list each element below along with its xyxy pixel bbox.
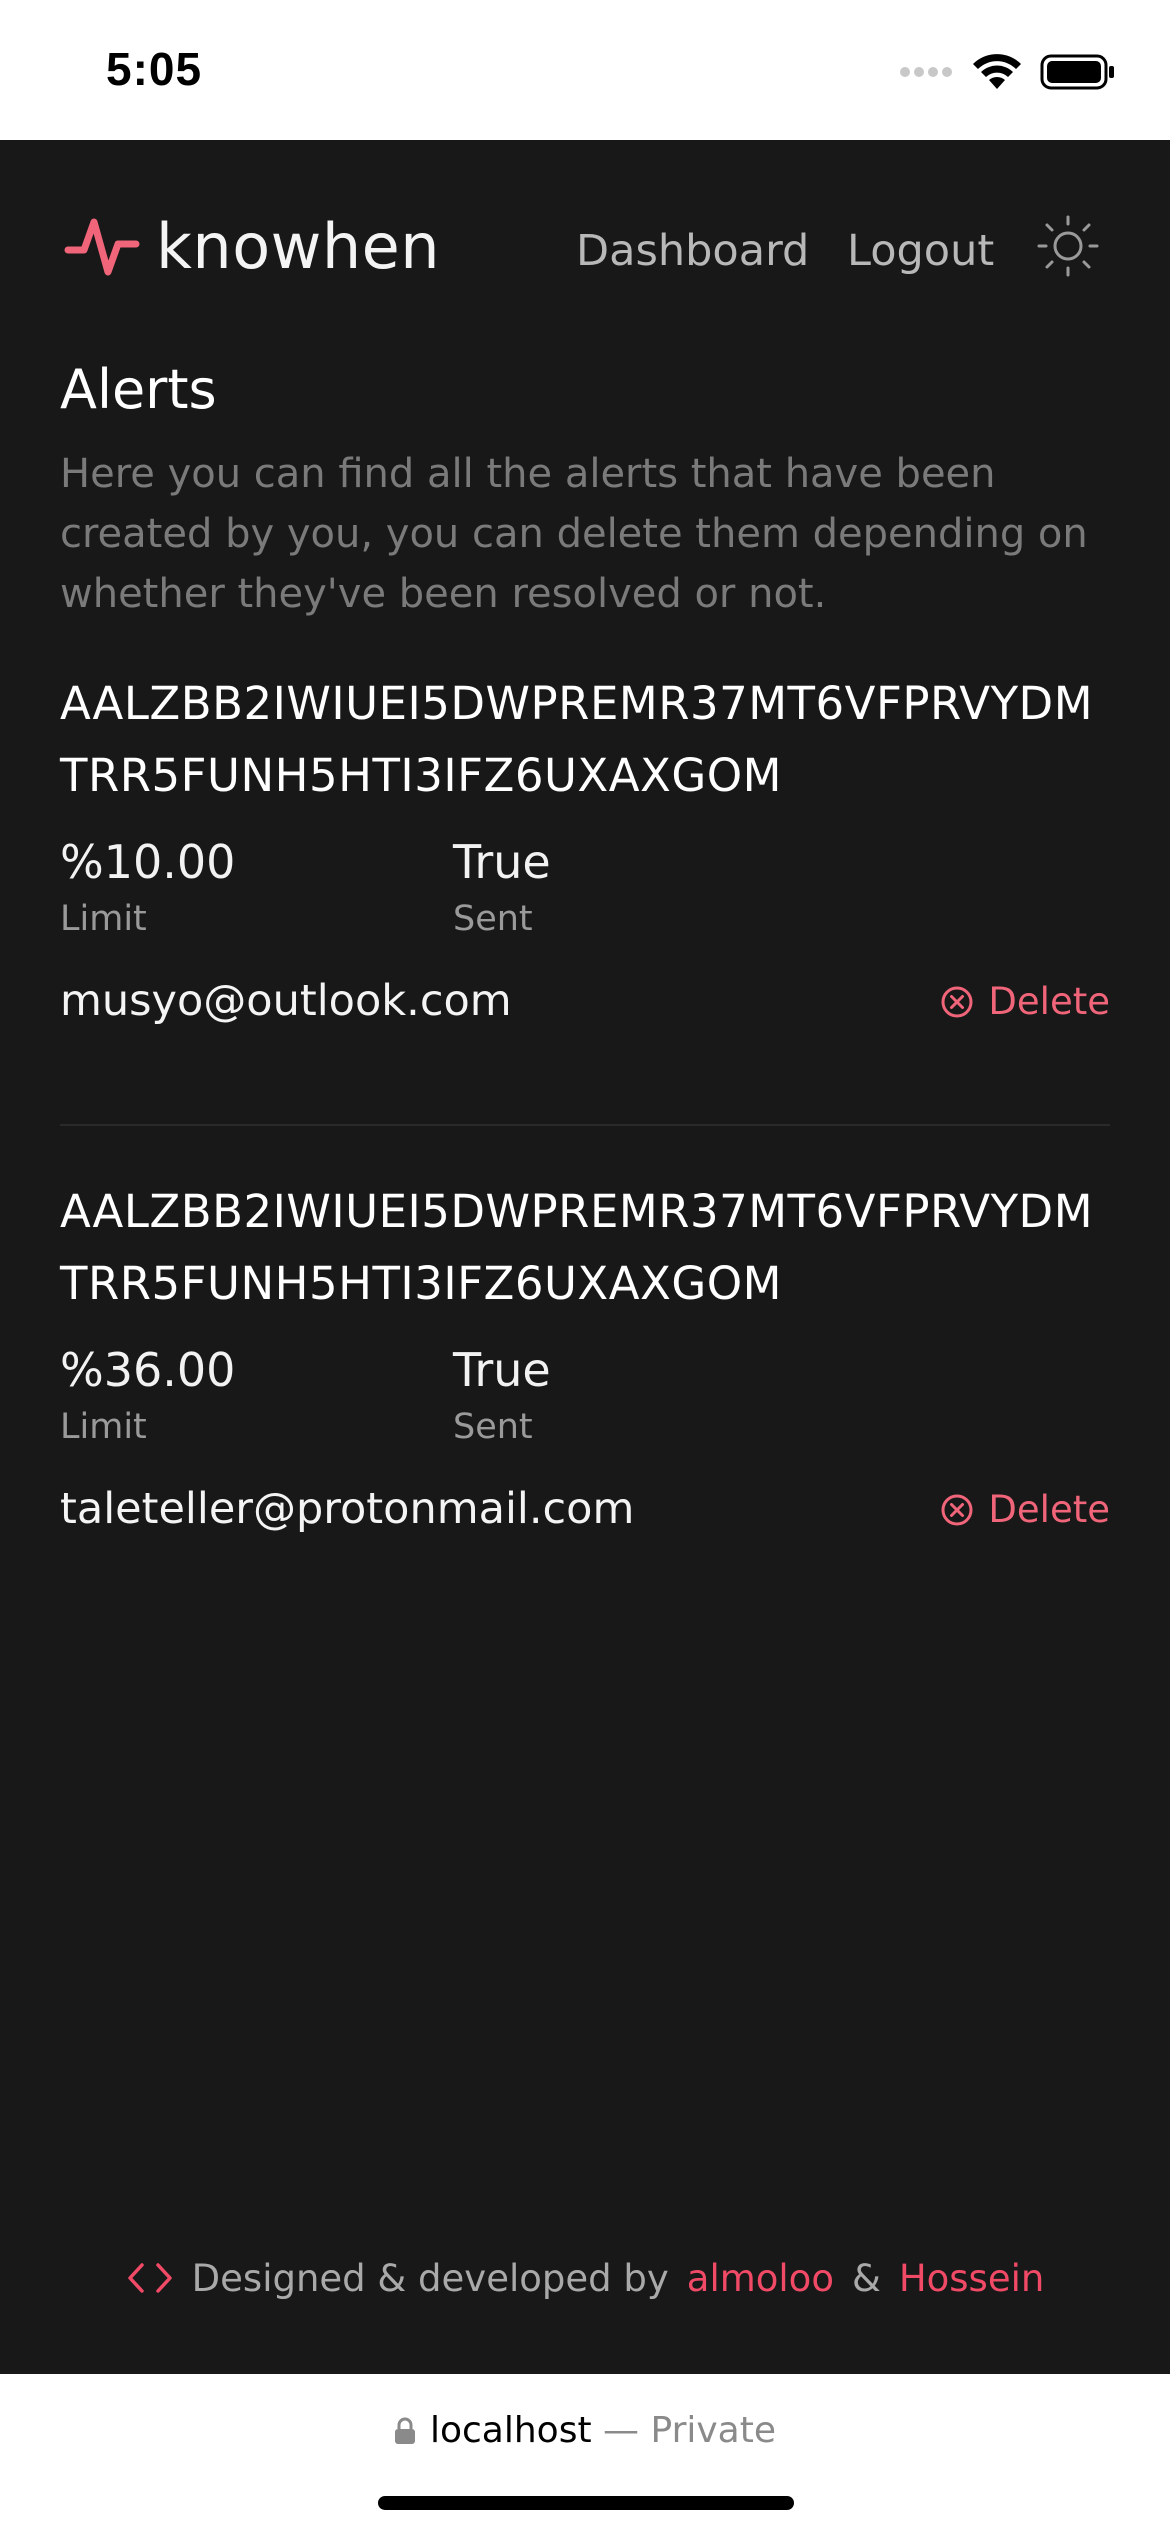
alert-stats: %36.00 Limit True Sent bbox=[60, 1340, 1110, 1460]
sent-value: True bbox=[453, 835, 551, 889]
header: knowhen Dashboard Logout bbox=[0, 140, 1170, 350]
sent-label: Sent bbox=[453, 1407, 533, 1447]
status-time: 5:05 bbox=[106, 43, 203, 95]
private-label: — Private bbox=[603, 2410, 776, 2451]
author-link-hossein[interactable]: Hossein bbox=[899, 2257, 1045, 2300]
theme-toggle-button[interactable] bbox=[1036, 214, 1100, 278]
alert-card: AALZBB2IWIUEI5DWPREMR37MT6VFPRVYDMTRR5FU… bbox=[60, 668, 1110, 1026]
footer: Designed & developed by almoloo & Hossei… bbox=[0, 2238, 1170, 2318]
browser-bar: localhost — Private bbox=[0, 2374, 1170, 2532]
alert-card: AALZBB2IWIUEI5DWPREMR37MT6VFPRVYDMTRR5FU… bbox=[60, 1176, 1110, 1534]
limit-label: Limit bbox=[60, 899, 147, 939]
alert-divider bbox=[60, 1124, 1110, 1126]
limit-value: %36.00 bbox=[60, 1343, 236, 1397]
sun-icon bbox=[1037, 215, 1099, 277]
close-circle-icon bbox=[941, 986, 973, 1017]
delete-label: Delete bbox=[988, 1488, 1110, 1531]
delete-button[interactable]: Delete bbox=[940, 1488, 1110, 1531]
code-icon bbox=[127, 2263, 172, 2293]
nav-dashboard-link[interactable]: Dashboard bbox=[576, 226, 809, 276]
battery-icon bbox=[1040, 54, 1114, 90]
status-bar: 5:05 bbox=[0, 0, 1170, 140]
delete-label: Delete bbox=[988, 980, 1110, 1023]
brand-logo[interactable]: knowhen bbox=[64, 210, 440, 283]
limit-value: %10.00 bbox=[60, 835, 236, 889]
sent-stat: True Sent bbox=[453, 832, 551, 944]
lock-icon bbox=[394, 2417, 415, 2444]
status-icons bbox=[900, 52, 1116, 92]
brand-name: knowhen bbox=[156, 210, 441, 283]
sent-value: True bbox=[453, 1343, 551, 1397]
limit-stat: %36.00 Limit bbox=[60, 1340, 235, 1452]
close-circle-icon bbox=[941, 1494, 973, 1525]
alerts-section: Alerts Here you can find all the alerts … bbox=[60, 350, 1110, 1534]
url-host: localhost bbox=[429, 2410, 592, 2451]
author-link-almoloo[interactable]: almoloo bbox=[687, 2257, 834, 2300]
alert-id: AALZBB2IWIUEI5DWPREMR37MT6VFPRVYDMTRR5FU… bbox=[60, 1185, 1094, 1310]
address-bar[interactable]: localhost — Private bbox=[0, 2410, 1170, 2451]
alert-email: taleteller@protonmail.com bbox=[60, 1484, 635, 1534]
wifi-icon bbox=[973, 54, 1021, 89]
home-indicator bbox=[378, 2496, 794, 2510]
page-title: Alerts bbox=[60, 358, 217, 421]
limit-stat: %10.00 Limit bbox=[60, 832, 235, 944]
footer-ampersand: & bbox=[851, 2256, 881, 2300]
alert-stats: %10.00 Limit True Sent bbox=[60, 832, 1110, 952]
page-description: Here you can find all the alerts that ha… bbox=[60, 451, 1088, 617]
footer-credit-text: Designed & developed by bbox=[191, 2256, 669, 2300]
pulse-icon bbox=[64, 218, 140, 275]
alert-id: AALZBB2IWIUEI5DWPREMR37MT6VFPRVYDMTRR5FU… bbox=[60, 677, 1094, 802]
app-container: knowhen Dashboard Logout Alerts Here you… bbox=[0, 140, 1170, 2374]
delete-button[interactable]: Delete bbox=[940, 980, 1110, 1023]
alert-email: musyo@outlook.com bbox=[60, 976, 512, 1026]
cellular-signal-icon bbox=[900, 67, 952, 77]
sent-stat: True Sent bbox=[453, 1340, 551, 1452]
nav-logout-link[interactable]: Logout bbox=[847, 226, 994, 276]
sent-label: Sent bbox=[453, 899, 533, 939]
limit-label: Limit bbox=[60, 1407, 147, 1447]
